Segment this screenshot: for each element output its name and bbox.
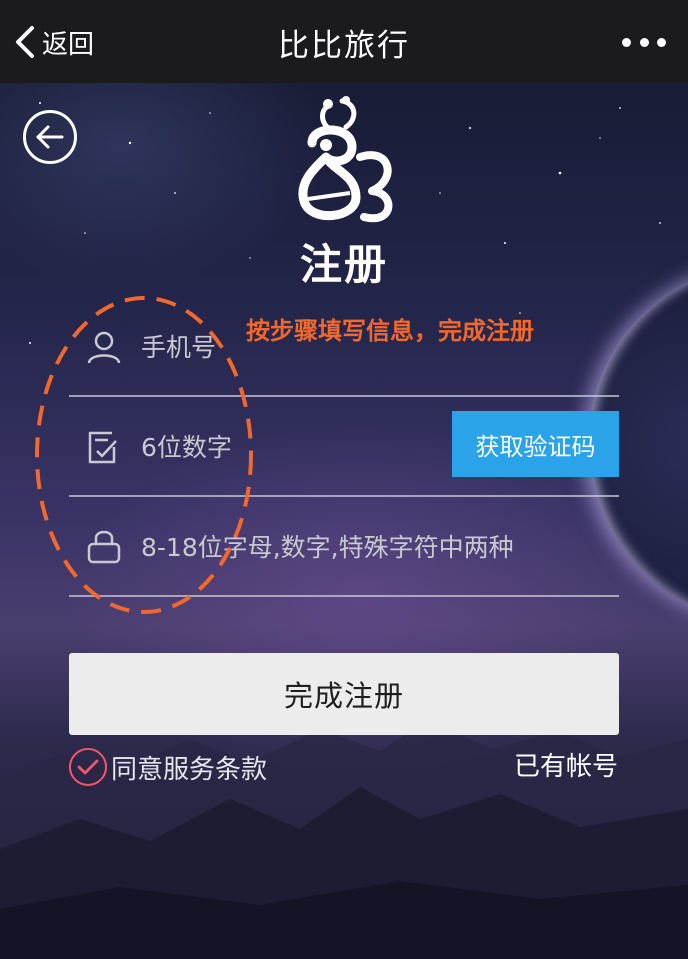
register-page: 注册 按步骤填写信息，完成注册 获取验证码 完成注册: [0, 83, 688, 959]
agree-terms-label[interactable]: 同意服务条款: [111, 749, 267, 786]
get-code-button[interactable]: 获取验证码: [452, 411, 619, 477]
more-dots-icon[interactable]: [622, 30, 666, 54]
agree-terms-toggle[interactable]: 同意服务条款: [69, 747, 267, 787]
phone-field-row: [69, 297, 619, 397]
password-field-row: [69, 497, 619, 597]
circle-arrow-left-icon: [36, 125, 64, 149]
app-title: 比比旅行: [278, 28, 410, 64]
circle-back-button[interactable]: [23, 110, 77, 164]
top-navbar: 返回 比比旅行: [0, 0, 688, 83]
page-title: 注册: [299, 240, 388, 289]
code-input[interactable]: [141, 397, 441, 497]
complete-register-button[interactable]: 完成注册: [69, 653, 619, 735]
password-input[interactable]: [141, 497, 611, 597]
user-icon: [87, 331, 121, 364]
bee-logo-icon: [298, 96, 393, 223]
existing-account-link[interactable]: 已有帐号: [514, 747, 618, 787]
phone-input[interactable]: [141, 297, 611, 397]
lock-icon: [87, 530, 121, 564]
checkmark-circle-icon[interactable]: [69, 748, 107, 786]
checklist-icon: [88, 431, 117, 464]
